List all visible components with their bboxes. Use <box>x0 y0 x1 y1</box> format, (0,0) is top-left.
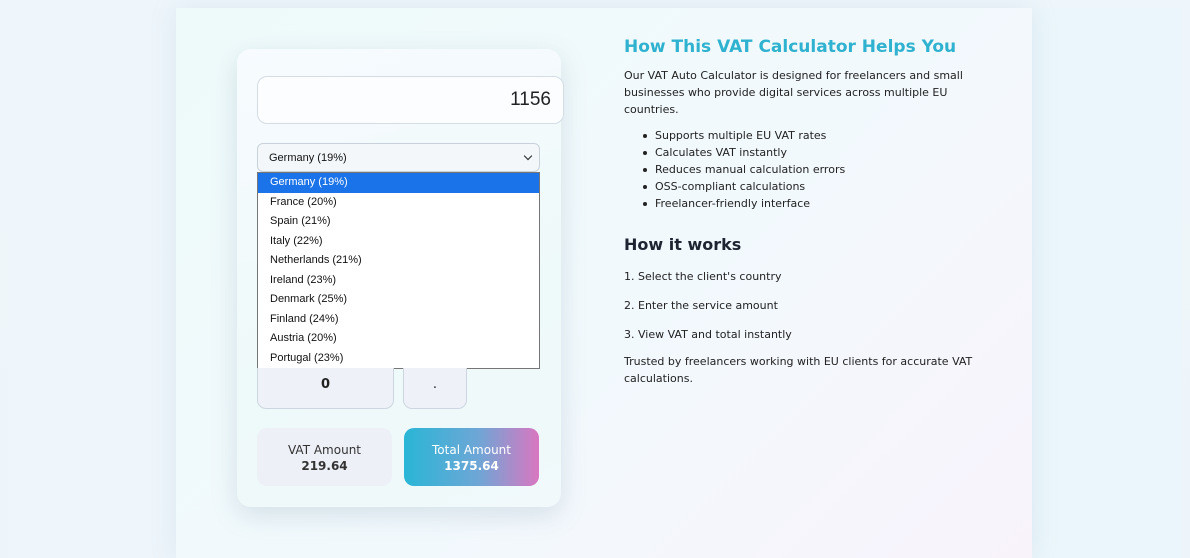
country-option-denmark[interactable]: Denmark (25%) <box>258 290 539 310</box>
country-option-portugal[interactable]: Portugal (23%) <box>258 349 539 369</box>
country-dropdown-list[interactable]: Germany (19%) France (20%) Spain (21%) I… <box>257 172 540 369</box>
info-intro: Our VAT Auto Calculator is designed for … <box>624 69 963 116</box>
country-option-austria[interactable]: Austria (20%) <box>258 329 539 349</box>
feature-item: OSS-compliant calculations <box>643 178 1024 195</box>
trust-text: Trusted by freelancers working with EU c… <box>624 355 973 385</box>
total-amount-label: Total Amount <box>432 443 511 457</box>
amount-input[interactable]: 1156 <box>257 76 564 124</box>
key-zero-button[interactable]: 0 <box>257 368 394 409</box>
country-option-spain[interactable]: Spain (21%) <box>258 212 539 232</box>
total-amount-box: Total Amount 1375.64 <box>404 428 539 486</box>
how-it-works-title: How it works <box>624 235 742 254</box>
feature-item: Calculates VAT instantly <box>643 144 1024 161</box>
feature-item: Supports multiple EU VAT rates <box>643 127 1024 144</box>
feature-item: Reduces manual calculation errors <box>643 161 1024 178</box>
country-select[interactable]: Germany (19%) <box>257 143 540 172</box>
feature-item: Freelancer-friendly interface <box>643 195 1024 212</box>
vat-amount-label: VAT Amount <box>287 443 362 457</box>
country-option-finland[interactable]: Finland (24%) <box>258 310 539 330</box>
country-option-italy[interactable]: Italy (22%) <box>258 232 539 252</box>
total-amount-value: 1375.64 <box>444 459 499 473</box>
feature-list: Supports multiple EU VAT rates Calculate… <box>624 127 1024 212</box>
info-section: How This VAT Calculator Helps You Our VA… <box>624 36 1024 387</box>
step-item: 3. View VAT and total instantly <box>624 328 792 341</box>
country-option-netherlands[interactable]: Netherlands (21%) <box>258 251 539 271</box>
country-option-ireland[interactable]: Ireland (23%) <box>258 271 539 291</box>
vat-amount-value: 219.64 <box>301 459 348 473</box>
country-option-germany[interactable]: Germany (19%) <box>258 173 539 193</box>
chevron-down-icon <box>523 151 533 161</box>
key-decimal-button[interactable]: . <box>403 368 467 409</box>
country-option-france[interactable]: France (20%) <box>258 193 539 213</box>
step-item: 2. Enter the service amount <box>624 299 778 312</box>
country-select-value: Germany (19%) <box>269 152 347 164</box>
info-title: How This VAT Calculator Helps You <box>624 37 957 57</box>
vat-amount-box: VAT Amount 219.64 <box>257 428 392 486</box>
step-item: 1. Select the client's country <box>624 270 782 283</box>
